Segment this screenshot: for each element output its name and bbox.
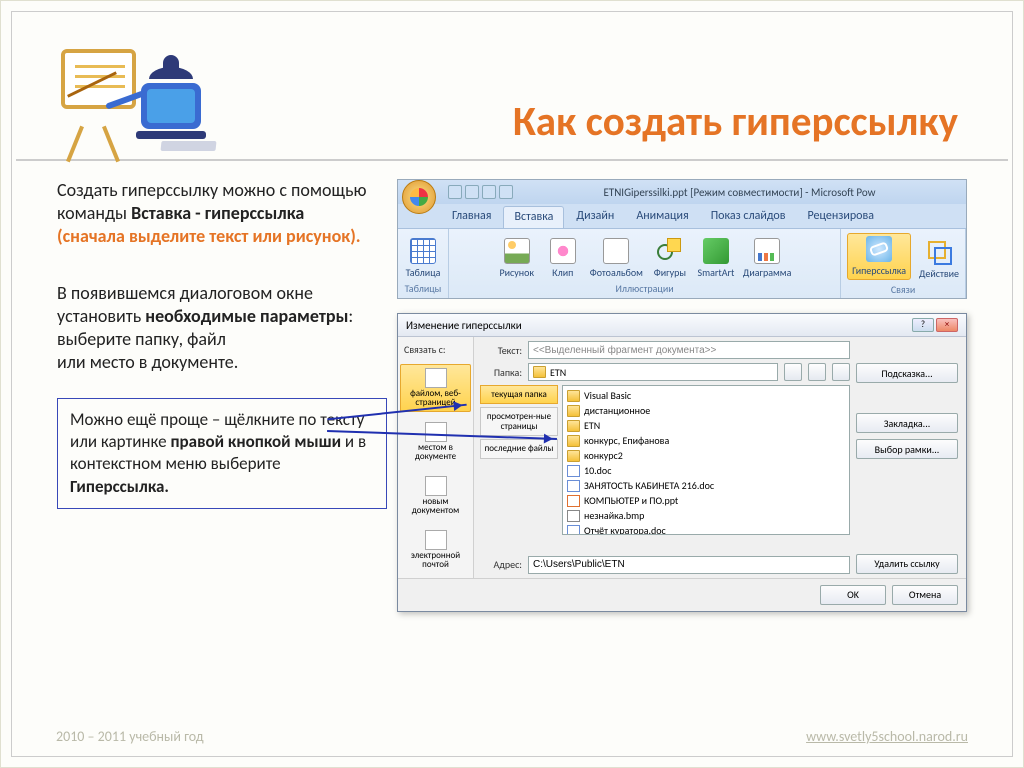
picture-button[interactable]: Рисунок [498,238,536,279]
clip-button[interactable]: Клип [544,238,582,279]
window-buttons[interactable]: ?× [912,318,958,332]
folder-select[interactable]: ETN [528,363,778,381]
table-button[interactable]: Таблица [404,238,442,279]
cancel-button[interactable]: Отмена [892,585,958,605]
ribbon-screenshot: ETNIGiperssilki.ppt [Режим совместимости… [397,179,967,299]
nav-current-folder[interactable]: текущая папка [480,385,558,404]
photoalbum-button[interactable]: Фотоальбом [590,238,643,279]
paragraph-2: В появившемся диалоговом окне установить… [57,282,387,374]
tip-box: Можно ещё проще – щёлкните по тексту или… [57,398,387,508]
linkto-email[interactable]: электронной почтой [400,526,471,574]
office-button-icon[interactable] [402,180,436,214]
browse-file-icon[interactable] [832,363,850,381]
ribbon-group-tables: Таблица Таблицы [398,229,449,298]
footer-link[interactable]: www.svetly5school.narod.ru [806,728,968,745]
hint-button[interactable]: Подсказка... [856,363,958,383]
slide-title: Как создать гиперссылку [246,97,958,151]
address-input[interactable] [528,556,850,574]
window-title: ETNIGiperssilki.ppt [Режим совместимости… [517,186,962,199]
hyperlink-dialog: Изменение гиперссылки ?× Связать с: файл… [397,313,967,612]
shapes-button[interactable]: Фигуры [651,238,689,279]
text-input[interactable] [528,341,850,359]
browse-web-icon[interactable] [808,363,826,381]
paragraph-1: Создать гиперссылку можно с помощью кома… [57,179,387,248]
bookmark-button[interactable]: Закладка... [856,413,958,433]
dialog-title: Изменение гиперссылки [406,319,522,332]
file-list[interactable]: Visual BasicдистанционноеETNконкурс, Епи… [562,385,850,535]
address-label: Адрес: [480,558,522,571]
ribbon-tabs[interactable]: Главная Вставка Дизайн Анимация Показ сл… [398,204,966,228]
chart-button[interactable]: Диаграмма [743,238,791,279]
ribbon-group-links: Гиперссылка Действие Связи [841,229,966,298]
ribbon-group-illustrations: Рисунок Клип Фотоальбом Фигуры SmartArt … [449,229,841,298]
link-with-label: Связать с: [400,341,471,358]
smartart-button[interactable]: SmartArt [697,238,735,279]
remove-link-button[interactable]: Удалить ссылку [856,554,958,574]
quick-access-toolbar[interactable] [448,185,513,199]
ok-button[interactable]: OK [820,585,886,605]
text-label: Текст: [480,344,522,357]
frame-button[interactable]: Выбор рамки... [856,439,958,459]
footer-year: 2010 – 2011 учебный год [56,728,204,745]
linkto-new-doc[interactable]: новым документом [400,472,471,520]
linkto-place-in-doc[interactable]: местом в документе [400,418,471,466]
up-folder-icon[interactable] [784,363,802,381]
action-button[interactable]: Действие [919,239,959,280]
hyperlink-button[interactable]: Гиперссылка [847,233,911,280]
folder-label: Папка: [480,366,522,379]
slide-clipart [56,31,226,151]
nav-browsed-pages[interactable]: просмотрен-ные страницы [480,407,558,436]
